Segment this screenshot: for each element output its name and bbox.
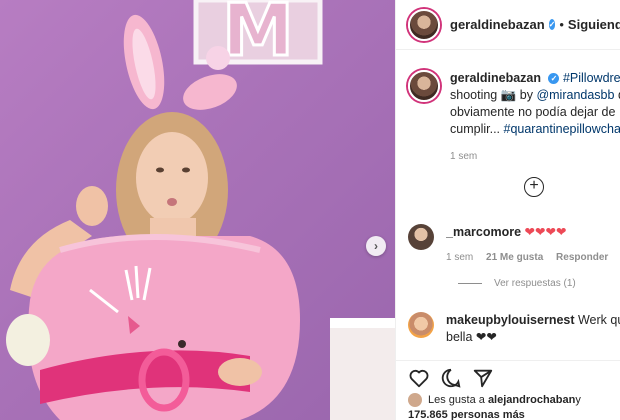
- verified-badge-icon: ✓: [548, 73, 560, 84]
- comment-avatar[interactable]: [408, 224, 434, 250]
- likes-count[interactable]: 175.865 personas más: [408, 409, 525, 420]
- hand-right: [218, 358, 262, 386]
- heart-icon[interactable]: [408, 367, 430, 389]
- comment-text: Werk que: [577, 313, 620, 327]
- post-caption: geraldinebazan ✓ #Pillowdress shooting 📷…: [396, 50, 620, 165]
- bunny-ear-right: [183, 74, 237, 110]
- caption-text-4: cumplir...: [450, 122, 504, 136]
- liked-by-user[interactable]: alejandrochaban: [488, 394, 575, 406]
- shelf: [330, 318, 395, 420]
- hashtag-link-2[interactable]: #quarantinepillowchalle: [504, 122, 620, 136]
- sign-decoration: [206, 46, 230, 70]
- verified-badge-icon: ✓: [548, 19, 556, 30]
- caption-text-2: que: [614, 88, 620, 102]
- liker-avatar[interactable]: [408, 393, 422, 407]
- comment-text-2: bella ❤❤: [446, 330, 497, 344]
- hand-left: [76, 186, 108, 226]
- post-sidebar: geraldinebazan ✓ • Siguiendo geraldineba…: [395, 0, 620, 420]
- caption-text-3: obviamente no podía dejar de: [450, 105, 616, 119]
- comment-item: _marcomore ❤❤❤❤ 1 sem 21 Me gusta Respon…: [408, 224, 620, 266]
- hashtag-link[interactable]: #Pillowdress: [563, 71, 620, 85]
- face: [136, 132, 208, 224]
- comment-meta: 1 sem 21 Me gusta Responder: [446, 249, 618, 266]
- comment-timestamp: 1 sem: [446, 252, 474, 263]
- avatar[interactable]: [408, 8, 440, 41]
- next-photo-button[interactable]: ›: [366, 236, 386, 256]
- view-replies-label: Ver respuestas (1): [494, 278, 576, 289]
- caption-avatar[interactable]: [408, 70, 440, 102]
- liked-by-prefix: Les gusta a: [428, 394, 485, 406]
- comment-avatar[interactable]: [408, 312, 434, 338]
- shelf-top: [330, 318, 395, 328]
- caption-username[interactable]: geraldinebazan: [450, 71, 541, 85]
- comment-icon[interactable]: [440, 367, 462, 389]
- header-username[interactable]: geraldinebazan: [450, 17, 545, 32]
- letter-m: M: [222, 0, 294, 72]
- comment-text: ❤❤❤❤: [524, 225, 567, 239]
- comment-item: makeupbylouisernest Werk que bella ❤❤: [408, 312, 620, 346]
- post-actions: Les gusta a alejandrochaban y 175.865 pe…: [396, 360, 620, 420]
- comment-username[interactable]: makeupbylouisernest: [446, 313, 575, 327]
- following-button[interactable]: Siguiendo: [568, 17, 620, 32]
- reply-button[interactable]: Responder: [556, 252, 608, 263]
- photo-illustration: M: [6, 0, 395, 420]
- comment-likes[interactable]: 21 Me gusta: [486, 252, 543, 263]
- post-photo: M ›: [0, 0, 395, 420]
- caption-timestamp: 1 sem: [450, 151, 478, 162]
- comment-username[interactable]: _marcomore: [446, 225, 521, 239]
- separator-dot: •: [559, 17, 564, 32]
- load-more-comments-icon[interactable]: +: [524, 177, 544, 197]
- mention-link[interactable]: @mirandasbb: [536, 88, 614, 102]
- replies-line: [458, 282, 482, 284]
- share-icon[interactable]: [472, 367, 494, 389]
- view-replies-link[interactable]: Ver respuestas (1): [458, 278, 576, 289]
- caption-text-1: shooting 📷 by: [450, 88, 537, 102]
- post-header: geraldinebazan ✓ • Siguiendo: [396, 0, 620, 50]
- liked-by-suffix: y: [575, 394, 581, 406]
- liked-by-line: Les gusta a alejandrochaban y: [396, 389, 620, 407]
